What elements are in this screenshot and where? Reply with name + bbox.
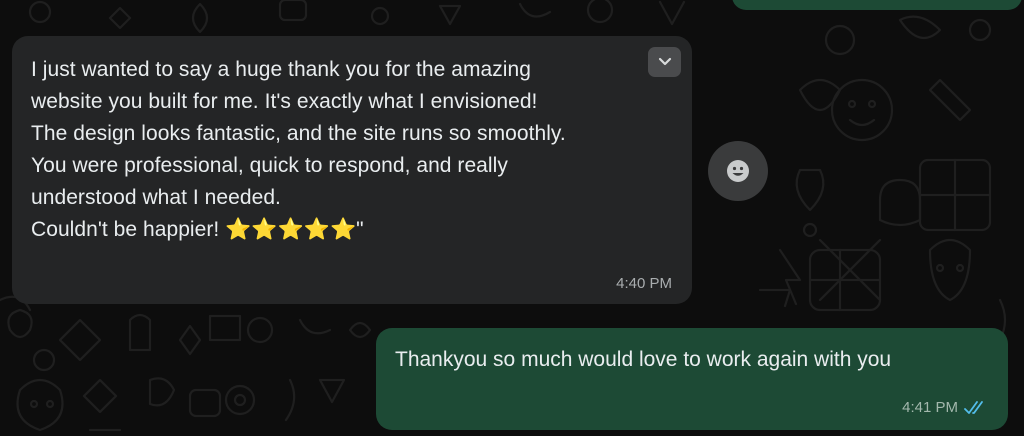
- double-check-icon: [964, 400, 983, 414]
- chevron-down-icon: [658, 57, 671, 66]
- outgoing-message-timestamp: 4:41 PM: [902, 399, 958, 416]
- outgoing-message-text: Thankyou so much would love to work agai…: [395, 348, 892, 371]
- outgoing-message-meta: 4:41 PM: [902, 399, 990, 416]
- message-options-button[interactable]: [648, 47, 681, 77]
- outgoing-message-bubble[interactable]: Thankyou so much would love to work agai…: [376, 328, 1008, 430]
- incoming-message-bubble[interactable]: I just wanted to say a huge thank you fo…: [12, 36, 692, 304]
- emoji-smile-icon: [727, 160, 749, 182]
- incoming-message-text: I just wanted to say a huge thank you fo…: [31, 58, 566, 241]
- react-emoji-button[interactable]: [708, 141, 768, 201]
- previous-outgoing-message-bubble[interactable]: [732, 0, 1022, 10]
- incoming-message-timestamp: 4:40 PM: [616, 275, 672, 292]
